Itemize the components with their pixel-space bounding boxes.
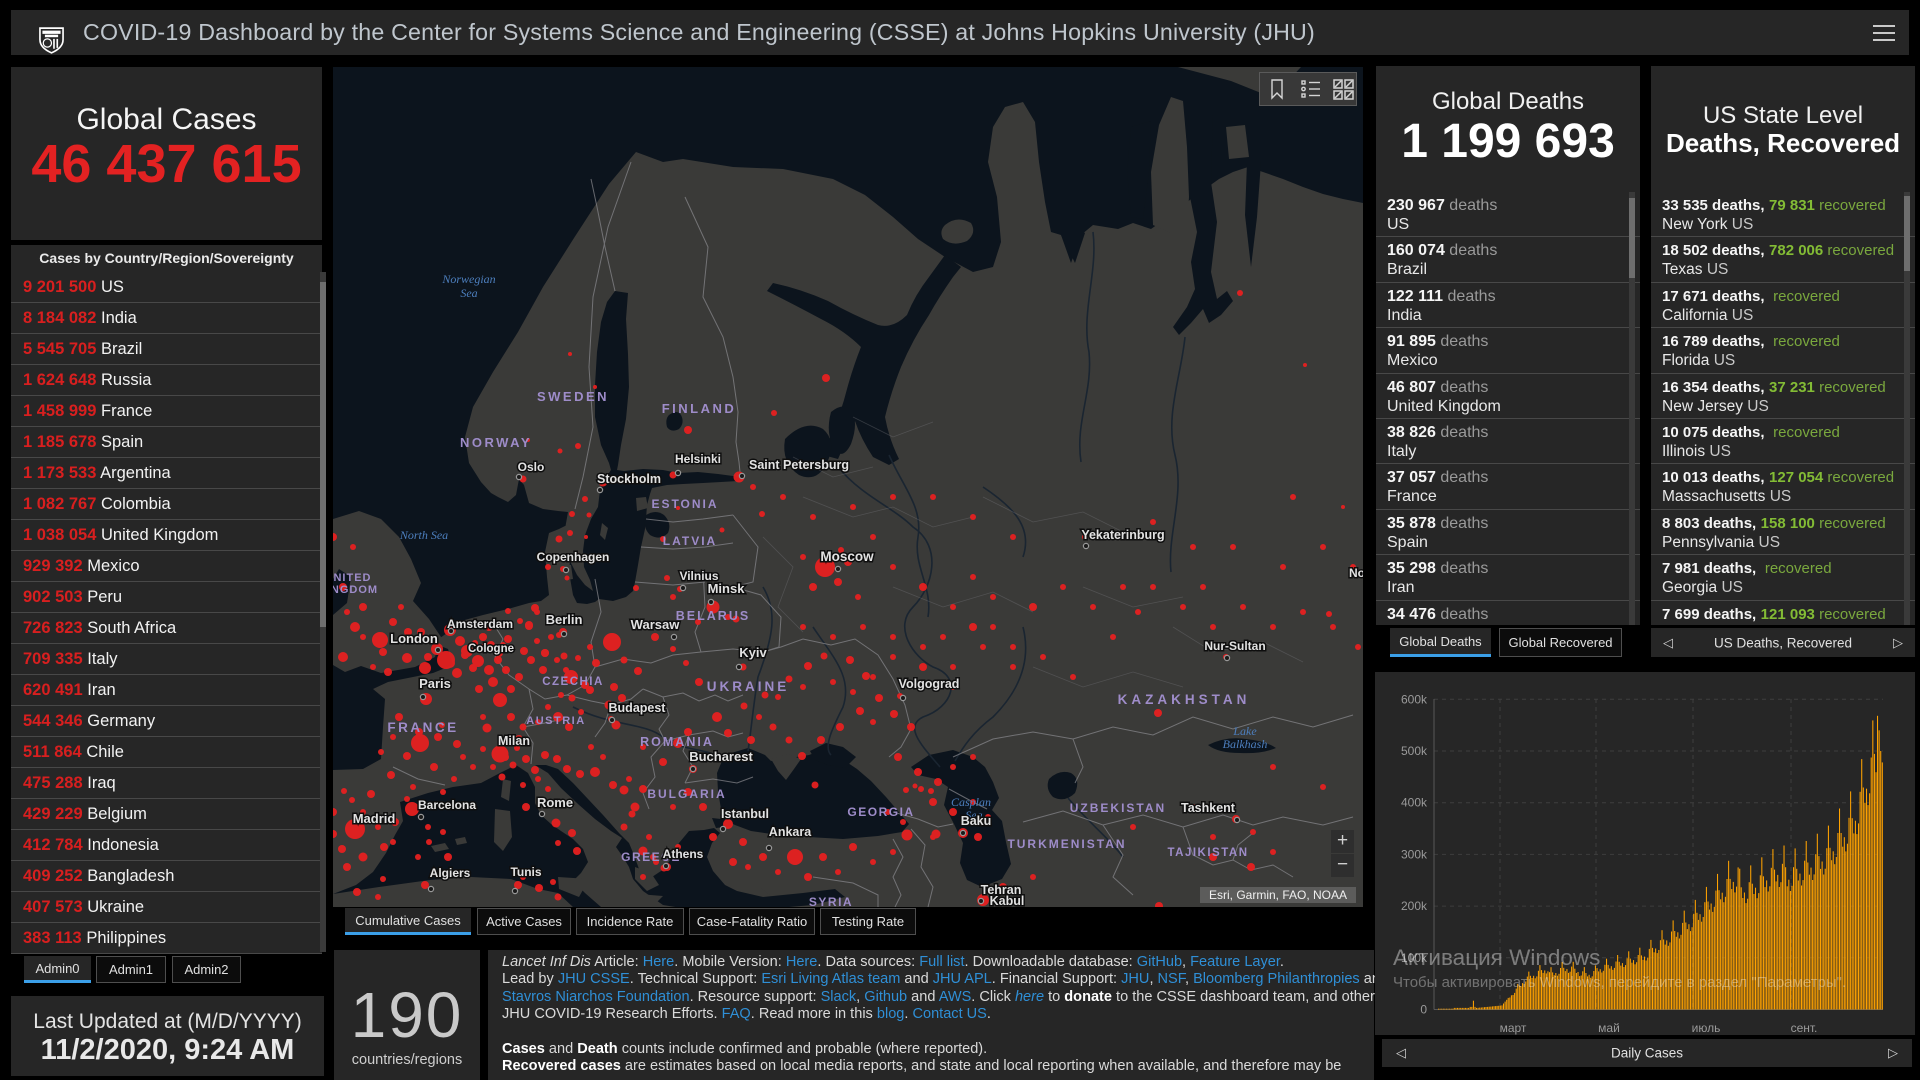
svg-text:0: 0 — [1420, 1003, 1427, 1017]
svg-text:Moscow: Moscow — [820, 549, 874, 564]
svg-text:Copenhagen: Copenhagen — [537, 550, 610, 564]
svg-text:BULGARIA: BULGARIA — [647, 787, 726, 801]
svg-text:март: март — [1500, 1021, 1527, 1035]
svg-text:London: London — [390, 631, 438, 646]
svg-text:Stockholm: Stockholm — [597, 472, 661, 486]
svg-text:ROMANIA: ROMANIA — [640, 735, 714, 749]
svg-text:Ankara: Ankara — [769, 825, 812, 839]
svg-text:май: май — [1598, 1021, 1620, 1035]
svg-text:Oslo: Oslo — [518, 460, 545, 474]
svg-text:Berlin: Berlin — [546, 612, 583, 627]
svg-text:Lake: Lake — [1232, 724, 1257, 738]
svg-text:Tunis: Tunis — [510, 865, 541, 879]
svg-text:GEORGIA: GEORGIA — [847, 805, 914, 819]
svg-text:North Sea: North Sea — [399, 528, 448, 542]
svg-text:UZBEKISTAN: UZBEKISTAN — [1070, 801, 1166, 815]
svg-text:сент.: сент. — [1791, 1021, 1818, 1035]
svg-text:300k: 300k — [1401, 847, 1428, 861]
svg-text:Milan: Milan — [498, 734, 530, 748]
svg-text:SYRIA: SYRIA — [809, 895, 853, 907]
svg-text:Athens: Athens — [663, 847, 704, 861]
svg-text:Baku: Baku — [961, 814, 992, 828]
svg-text:Helsinki: Helsinki — [675, 452, 721, 466]
svg-text:Minsk: Minsk — [708, 581, 746, 596]
svg-text:NORWAY: NORWAY — [460, 435, 532, 450]
svg-text:Bucharest: Bucharest — [689, 749, 753, 764]
svg-text:500k: 500k — [1401, 744, 1428, 758]
svg-text:AUSTRIA: AUSTRIA — [526, 715, 585, 727]
svg-text:TAJIKISTAN: TAJIKISTAN — [1167, 847, 1248, 859]
svg-text:Madrid: Madrid — [353, 811, 396, 826]
svg-text:Nur-Sultan: Nur-Sultan — [1204, 639, 1265, 653]
svg-text:Budapest: Budapest — [609, 701, 667, 715]
svg-text:SWEDEN: SWEDEN — [537, 389, 609, 404]
svg-text:Barcelona: Barcelona — [418, 798, 476, 812]
svg-text:Balkhash: Balkhash — [1223, 737, 1268, 751]
svg-text:UNITED: UNITED — [333, 572, 371, 584]
svg-text:Kyiv: Kyiv — [739, 645, 767, 660]
svg-text:Kabul: Kabul — [990, 894, 1025, 907]
svg-text:Sea: Sea — [460, 286, 477, 300]
svg-text:TURKMENISTAN: TURKMENISTAN — [1007, 837, 1126, 851]
svg-text:июль: июль — [1692, 1021, 1721, 1035]
svg-text:Casplan: Casplan — [951, 795, 991, 809]
svg-text:FINLAND: FINLAND — [662, 401, 737, 416]
svg-text:KAZAKHSTAN: KAZAKHSTAN — [1118, 692, 1251, 707]
svg-text:Norwegian: Norwegian — [441, 272, 495, 286]
svg-text:Tashkent: Tashkent — [1181, 801, 1236, 815]
svg-text:Istanbul: Istanbul — [721, 807, 769, 821]
svg-text:LATVIA: LATVIA — [663, 534, 717, 548]
svg-text:Rome: Rome — [537, 795, 573, 810]
svg-text:KINGDOM: KINGDOM — [333, 584, 378, 596]
svg-text:FRANCE: FRANCE — [387, 720, 458, 735]
svg-text:Volgograd: Volgograd — [899, 677, 960, 691]
svg-text:Yekaterinburg: Yekaterinburg — [1081, 528, 1164, 542]
svg-text:Warsaw: Warsaw — [631, 617, 681, 632]
svg-text:CZECHIA: CZECHIA — [542, 676, 604, 688]
svg-text:200k: 200k — [1401, 899, 1428, 913]
svg-text:BELARUS: BELARUS — [676, 609, 750, 623]
svg-text:400k: 400k — [1401, 796, 1428, 810]
svg-text:Novo: Novo — [1349, 566, 1363, 580]
svg-text:Amsterdam: Amsterdam — [447, 617, 513, 631]
svg-text:UKRAINE: UKRAINE — [707, 679, 790, 694]
svg-text:Paris: Paris — [419, 676, 451, 691]
svg-text:Cologne: Cologne — [468, 643, 514, 655]
svg-text:Saint Petersburg: Saint Petersburg — [749, 458, 849, 472]
svg-text:600k: 600k — [1401, 692, 1428, 706]
svg-text:ESTONIA: ESTONIA — [651, 497, 718, 511]
svg-text:Algiers: Algiers — [430, 866, 471, 880]
